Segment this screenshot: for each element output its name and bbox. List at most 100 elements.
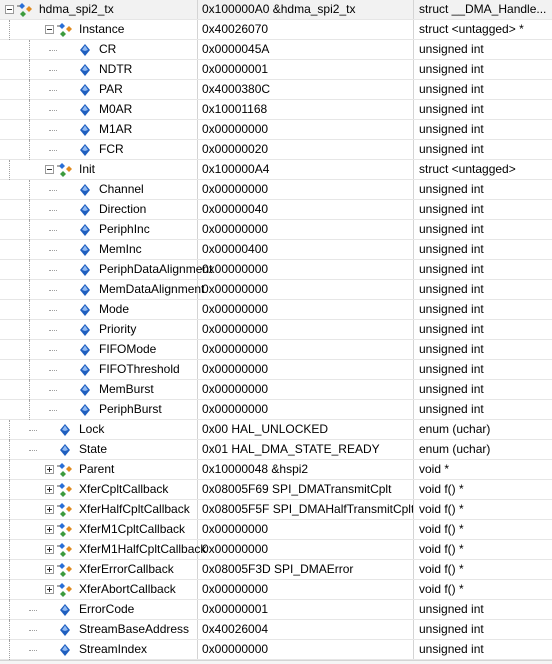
value-cell[interactable]: 0x00000000 (198, 320, 414, 339)
value-cell[interactable]: 0x00 HAL_UNLOCKED (198, 420, 414, 439)
value-cell[interactable]: 0x100000A0 &hdma_spi2_tx (198, 0, 414, 19)
expand-toggle[interactable] (45, 585, 54, 594)
value-cell[interactable]: 0x08005F69 SPI_DMATransmitCplt (198, 480, 414, 499)
tree-row[interactable]: PeriphDataAlignment 0x00000000 unsigned in… (0, 260, 552, 280)
partial-row-clipped (0, 660, 552, 664)
tree-row[interactable]: ErrorCode 0x00000001 unsigned int (0, 600, 552, 620)
value-cell[interactable]: 0x00000040 (198, 200, 414, 219)
field-member-icon (56, 602, 76, 618)
type-cell: unsigned int (419, 202, 484, 216)
field-member-icon (76, 62, 96, 78)
value-cell[interactable]: 0x40026004 (198, 620, 414, 639)
expand-toggle[interactable] (45, 525, 54, 534)
value-cell[interactable]: 0x00000020 (198, 140, 414, 159)
tree-row[interactable]: PeriphBurst 0x00000000 unsigned int (0, 400, 552, 420)
value-cell[interactable]: 0x40026070 (198, 20, 414, 39)
tree-row[interactable]: M1AR 0x00000000 unsigned int (0, 120, 552, 140)
value-cell[interactable]: 0x08005F5F SPI_DMAHalfTransmitCplt (198, 500, 414, 519)
tree-row[interactable]: MemBurst 0x00000000 unsigned int (0, 380, 552, 400)
tree-guide-line (9, 460, 11, 480)
collapse-toggle[interactable] (45, 165, 54, 174)
tree-guide-line (9, 420, 11, 440)
tree-guide-line (9, 160, 11, 180)
value-cell[interactable]: 0x00000000 (198, 300, 414, 319)
tree-row[interactable]: Mode 0x00000000 unsigned int (0, 300, 552, 320)
value-cell[interactable]: 0x00000000 (198, 400, 414, 419)
tree-row[interactable]: Channel 0x00000000 unsigned int (0, 180, 552, 200)
name-cell: PAR (0, 80, 198, 100)
value-cell[interactable]: 0x00000000 (198, 360, 414, 379)
tree-row[interactable]: FCR 0x00000020 unsigned int (0, 140, 552, 160)
value-cell[interactable]: 0x00000001 (198, 600, 414, 619)
tree-row[interactable]: MemDataAlignment 0x00000000 unsigned int (0, 280, 552, 300)
collapse-toggle[interactable] (45, 25, 54, 34)
value-cell[interactable]: 0x00000000 (198, 540, 414, 559)
tree-row[interactable]: StreamBaseAddress 0x40026004 unsigned int (0, 620, 552, 640)
tree-row[interactable]: StreamIndex 0x00000000 unsigned int (0, 640, 552, 660)
struct-member-icon (56, 162, 76, 178)
expand-toggle[interactable] (45, 505, 54, 514)
type-cell: unsigned int (419, 222, 484, 236)
value-cell[interactable]: 0x0000045A (198, 40, 414, 59)
tree-row[interactable]: NDTR 0x00000001 unsigned int (0, 60, 552, 80)
tree-row[interactable]: XferM1HalfCpltCallback 0x00000000 void f()… (0, 540, 552, 560)
value-cell[interactable]: 0x00000000 (198, 640, 414, 659)
expand-toggle[interactable] (45, 545, 54, 554)
type-cell: void f() * (419, 522, 464, 536)
expand-toggle[interactable] (45, 485, 54, 494)
tree-row[interactable]: M0AR 0x10001168 unsigned int (0, 100, 552, 120)
name-cell: MemInc (0, 240, 198, 260)
tree-row[interactable]: XferErrorCallback 0x08005F3D SPI_DMAError… (0, 560, 552, 580)
collapse-toggle[interactable] (5, 5, 14, 14)
tree-row[interactable]: MemInc 0x00000400 unsigned int (0, 240, 552, 260)
value-cell[interactable]: 0x00000000 (198, 580, 414, 599)
tree-row[interactable]: Priority 0x00000000 unsigned int (0, 320, 552, 340)
tree-row[interactable]: CR 0x0000045A unsigned int (0, 40, 552, 60)
value-cell[interactable]: 0x00000000 (198, 380, 414, 399)
tree-row[interactable]: XferCpltCallback 0x08005F69 SPI_DMATransm… (0, 480, 552, 500)
tree-row[interactable]: XferAbortCallback 0x00000000 void f() * (0, 580, 552, 600)
tree-guide-line (49, 370, 57, 372)
tree-row[interactable]: XferHalfCpltCallback 0x08005F5F SPI_DMAHa… (0, 500, 552, 520)
value-cell[interactable]: 0x00000000 (198, 280, 414, 299)
tree-row[interactable]: Parent 0x10000048 &hspi2 void * (0, 460, 552, 480)
tree-guide-line (9, 580, 11, 600)
expand-toggle[interactable] (45, 565, 54, 574)
value-cell[interactable]: 0x08005F3D SPI_DMAError (198, 560, 414, 579)
value-cell[interactable]: 0x00000000 (198, 340, 414, 359)
name-cell: Channel (0, 180, 198, 200)
tree-row[interactable]: FIFOThreshold 0x00000000 unsigned int (0, 360, 552, 380)
tree-row[interactable]: Instance 0x40026070 struct <untagged> * (0, 20, 552, 40)
field-member-icon (76, 342, 96, 358)
tree-row[interactable]: hdma_spi2_tx 0x100000A0 &hdma_spi2_tx stru… (0, 0, 552, 20)
value-cell[interactable]: 0x00000000 (198, 520, 414, 539)
value-cell[interactable]: 0x10000048 &hspi2 (198, 460, 414, 479)
value-cell[interactable]: 0x100000A4 (198, 160, 414, 179)
expand-toggle[interactable] (45, 465, 54, 474)
tree-row[interactable]: FIFOMode 0x00000000 unsigned int (0, 340, 552, 360)
tree-row[interactable]: PAR 0x4000380C unsigned int (0, 80, 552, 100)
tree-row[interactable]: PeriphInc 0x00000000 unsigned int (0, 220, 552, 240)
tree-row[interactable]: Init 0x100000A4 struct <untagged> (0, 160, 552, 180)
value-cell[interactable]: 0x00000000 (198, 120, 414, 139)
value-cell[interactable]: 0x00000000 (198, 180, 414, 199)
variable-name: ErrorCode (79, 602, 135, 616)
value-cell[interactable]: 0x10001168 (198, 100, 414, 119)
value-cell[interactable]: 0x00000000 (198, 220, 414, 239)
variable-name: Priority (99, 322, 137, 336)
value-cell[interactable]: 0x00000000 (198, 260, 414, 279)
tree-guide-line (49, 250, 57, 252)
tree-row[interactable]: Lock 0x00 HAL_UNLOCKED enum (uchar) (0, 420, 552, 440)
name-cell: FIFOThreshold (0, 360, 198, 380)
value-cell[interactable]: 0x00000400 (198, 240, 414, 259)
tree-row[interactable]: XferM1CpltCallback 0x00000000 void f() * (0, 520, 552, 540)
value-cell[interactable]: 0x00000001 (198, 60, 414, 79)
value-cell[interactable]: 0x4000380C (198, 80, 414, 99)
tree-guide-line (49, 70, 57, 72)
value-cell[interactable]: 0x01 HAL_DMA_STATE_READY (198, 440, 414, 459)
tree-row[interactable]: Direction 0x00000040 unsigned int (0, 200, 552, 220)
tree-row[interactable]: State 0x01 HAL_DMA_STATE_READY enum (uchar… (0, 440, 552, 460)
name-cell: StreamBaseAddress (0, 620, 198, 640)
name-cell: XferHalfCpltCallback (0, 500, 198, 520)
tree-guide-line (9, 640, 11, 660)
